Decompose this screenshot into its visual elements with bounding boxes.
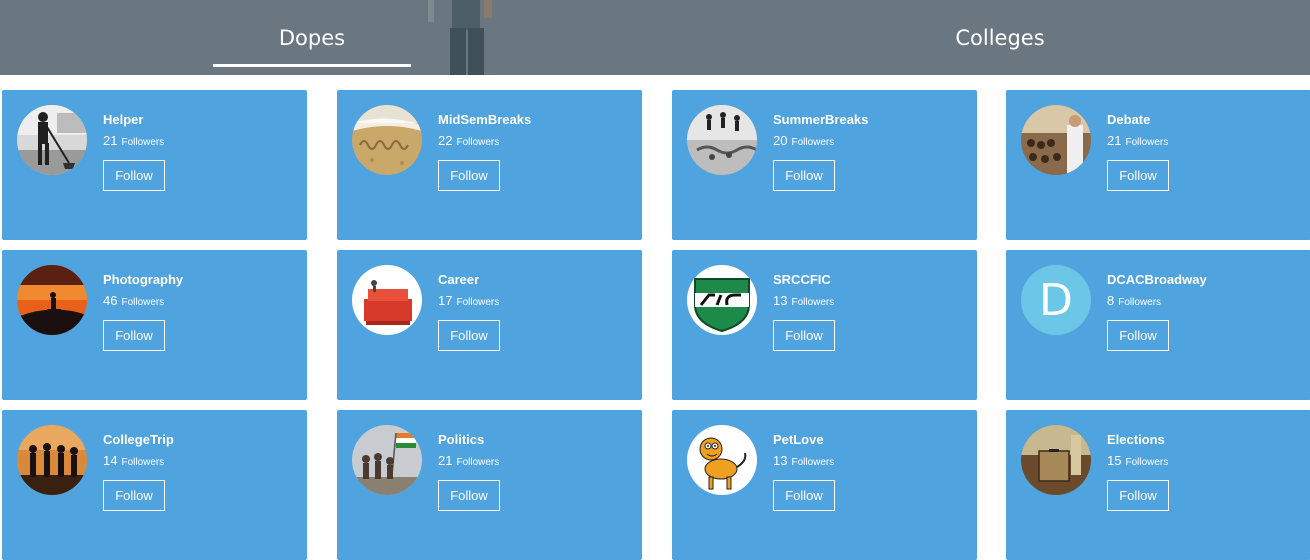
followers-label: Followers: [121, 457, 165, 468]
followers-label: Followers: [791, 457, 835, 468]
group-card-debate: Debate 21 Followers Follow: [1006, 90, 1310, 240]
follow-button[interactable]: Follow: [438, 160, 500, 191]
follower-number: 14: [103, 453, 118, 468]
follow-button[interactable]: Follow: [1107, 160, 1169, 191]
follower-count: 21 Followers: [103, 132, 164, 150]
follower-count: 14 Followers: [103, 452, 164, 470]
group-name[interactable]: DCACBroadway: [1107, 272, 1207, 287]
follower-count: 22 Followers: [438, 132, 499, 150]
group-card-elections: Elections 15 Followers Follow: [1006, 410, 1310, 560]
holiday-sand-avatar[interactable]: [352, 105, 422, 175]
follow-button[interactable]: Follow: [103, 480, 165, 511]
ballot-box-avatar[interactable]: [1021, 425, 1091, 495]
group-name[interactable]: Helper: [103, 112, 143, 127]
followers-label: Followers: [456, 297, 500, 308]
follower-count: 8 Followers: [1107, 292, 1161, 310]
follower-number: 8: [1107, 293, 1115, 308]
follower-number: 17: [438, 293, 453, 308]
group-card-midsembreaks: MidSemBreaks 22 Followers Follow: [337, 90, 642, 240]
follower-count: 21 Followers: [438, 452, 499, 470]
follower-number: 21: [103, 133, 118, 148]
follower-count: 20 Followers: [773, 132, 834, 150]
debate-hall-avatar[interactable]: [1021, 105, 1091, 175]
follower-count: 13 Followers: [773, 452, 834, 470]
followers-label: Followers: [1125, 137, 1169, 148]
group-name[interactable]: PetLove: [773, 432, 824, 447]
sunset-photographer-avatar[interactable]: [17, 265, 87, 335]
group-cards-grid: Helper 21 Followers Follow MidSemBreaks 2…: [0, 0, 1310, 560]
follow-button[interactable]: Follow: [103, 320, 165, 351]
follower-number: 13: [773, 293, 788, 308]
group-card-summerbreaks: SummerBreaks 20 Followers Follow: [672, 90, 977, 240]
follow-button[interactable]: Follow: [438, 320, 500, 351]
group-card-dcacbroadway: D DCACBroadway 8 Followers Follow: [1006, 250, 1310, 400]
jumping-people-avatar[interactable]: [687, 105, 757, 175]
follow-button[interactable]: Follow: [1107, 480, 1169, 511]
followers-label: Followers: [456, 137, 500, 148]
follow-button[interactable]: Follow: [773, 480, 835, 511]
follow-button[interactable]: Follow: [438, 480, 500, 511]
follower-number: 13: [773, 453, 788, 468]
follower-number: 20: [773, 133, 788, 148]
followers-label: Followers: [1125, 457, 1169, 468]
follower-count: 13 Followers: [773, 292, 834, 310]
follow-button[interactable]: Follow: [1107, 320, 1169, 351]
group-card-career: Career 17 Followers Follow: [337, 250, 642, 400]
follower-number: 15: [1107, 453, 1122, 468]
followers-label: Followers: [791, 297, 835, 308]
group-card-petlove: PetLove 13 Followers Follow: [672, 410, 977, 560]
group-name[interactable]: Elections: [1107, 432, 1165, 447]
group-name[interactable]: Debate: [1107, 112, 1150, 127]
group-name[interactable]: CollegeTrip: [103, 432, 174, 447]
group-card-politics: Politics 21 Followers Follow: [337, 410, 642, 560]
group-name[interactable]: Career: [438, 272, 479, 287]
follow-button[interactable]: Follow: [103, 160, 165, 191]
follow-button[interactable]: Follow: [773, 160, 835, 191]
helper-avatar[interactable]: [17, 105, 87, 175]
group-card-helper: Helper 21 Followers Follow: [2, 90, 307, 240]
flag-crowd-avatar[interactable]: [352, 425, 422, 495]
group-name[interactable]: Photography: [103, 272, 183, 287]
fic-logo-avatar[interactable]: [687, 265, 757, 335]
follower-number: 22: [438, 133, 453, 148]
follower-count: 46 Followers: [103, 292, 164, 310]
group-name[interactable]: MidSemBreaks: [438, 112, 531, 127]
follower-count: 21 Followers: [1107, 132, 1168, 150]
group-name[interactable]: SummerBreaks: [773, 112, 868, 127]
follower-number: 21: [438, 453, 453, 468]
group-name[interactable]: Politics: [438, 432, 484, 447]
followers-label: Followers: [121, 137, 165, 148]
cartoon-dog-avatar[interactable]: [687, 425, 757, 495]
group-card-srccfic: SRCCFIC 13 Followers Follow: [672, 250, 977, 400]
group-card-photography: Photography 46 Followers Follow: [2, 250, 307, 400]
followers-label: Followers: [1118, 297, 1162, 308]
followers-label: Followers: [456, 457, 500, 468]
friends-silhouette-avatar[interactable]: [17, 425, 87, 495]
follower-count: 17 Followers: [438, 292, 499, 310]
follower-number: 46: [103, 293, 118, 308]
followers-label: Followers: [791, 137, 835, 148]
follower-count: 15 Followers: [1107, 452, 1168, 470]
follow-button[interactable]: Follow: [773, 320, 835, 351]
letter-d-avatar[interactable]: D: [1021, 265, 1091, 335]
followers-label: Followers: [121, 297, 165, 308]
group-name[interactable]: SRCCFIC: [773, 272, 831, 287]
avatar-letter: D: [1039, 275, 1073, 326]
follower-number: 21: [1107, 133, 1122, 148]
group-card-collegetrip: CollegeTrip 14 Followers Follow: [2, 410, 307, 560]
career-letters-avatar[interactable]: [352, 265, 422, 335]
